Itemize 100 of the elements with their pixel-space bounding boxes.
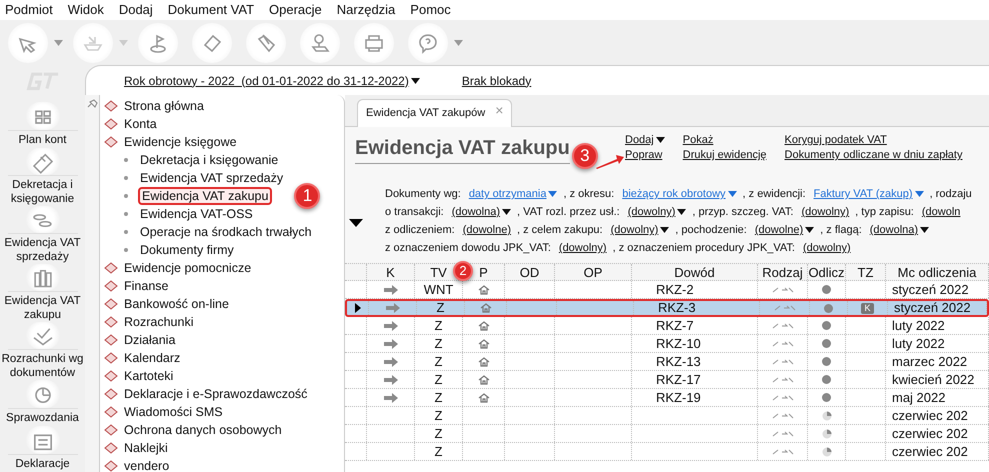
column-header[interactable]: Mc odliczenia: [898, 264, 976, 280]
action-link[interactable]: Pokaż: [682, 133, 767, 148]
filter-dropdown[interactable]: (dowoln: [922, 203, 960, 221]
menu-item[interactable]: Dodaj: [118, 0, 153, 20]
filter-dropdown[interactable]: (dowolny): [803, 239, 851, 257]
filter-label: , VAT rozl. przez usł.:: [517, 205, 620, 220]
column-header[interactable]: TV: [430, 264, 447, 280]
tree-item[interactable]: Finanse: [122, 276, 170, 296]
callout-badge: 1: [294, 183, 320, 209]
table-row[interactable]: Z RKZ-7 luty 2022: [345, 317, 989, 335]
table-cell-text: styczeń 2022: [892, 280, 969, 299]
table-cell-text: Z: [434, 406, 442, 425]
table-cell-text: kwiecień 2022: [892, 370, 974, 389]
filter-label: , z flagą:: [820, 223, 862, 238]
filter-dropdown[interactable]: (dowolne): [754, 221, 814, 239]
lock-link[interactable]: Brak blokady: [462, 72, 532, 90]
menu-item[interactable]: Podmiot: [5, 0, 53, 20]
filter-dropdown[interactable]: (dowolny): [628, 203, 686, 221]
table-row[interactable]: Z RKZ-10 luty 2022: [345, 335, 989, 353]
table-cell-text: RKZ-2: [656, 280, 694, 299]
tree-item[interactable]: Ewidencje księgowe: [122, 132, 239, 152]
filter-dropdown[interactable]: daty otrzymania: [468, 185, 558, 203]
tree-item[interactable]: Dekretacja i księgowanie: [138, 150, 280, 170]
tree-item[interactable]: vendero: [122, 456, 172, 472]
filter-dropdown[interactable]: Faktury VAT (zakup): [814, 185, 924, 203]
nav-button[interactable]: Dekretacja i księgowanie: [0, 148, 85, 206]
menu-item[interactable]: Operacje: [269, 0, 322, 20]
table-cell-text: Z: [434, 442, 442, 461]
column-header[interactable]: K: [386, 264, 395, 280]
action-link[interactable]: Drukuj ewidencję: [682, 148, 767, 163]
nav-button[interactable]: Ewidencja VAT sprzedaży: [0, 206, 85, 264]
tree-item[interactable]: Kalendarz: [122, 348, 182, 368]
action-link[interactable]: Koryguj podatek VAT: [784, 133, 962, 148]
filter-dropdown[interactable]: (dowolna): [452, 203, 512, 221]
filter-label: , przyp. szczeg. VAT:: [692, 205, 794, 220]
table-cell-text: styczeń 2022: [894, 299, 971, 318]
filter-label: Dokumenty wg:: [385, 187, 461, 202]
filter-label: , typ zapisu:: [855, 205, 914, 220]
tree-item[interactable]: Ewidencja VAT-OSS: [138, 204, 255, 224]
document-tab[interactable]: Ewidencja VAT zakupów ×: [357, 99, 512, 127]
tree-item[interactable]: Ewidencja VAT zakupu: [138, 187, 272, 205]
column-header[interactable]: TZ: [858, 264, 874, 280]
table-cell-text: czerwiec 202: [892, 424, 968, 443]
tree-item[interactable]: Strona główna: [122, 96, 206, 116]
column-header[interactable]: Dowód: [674, 264, 715, 280]
tree-item[interactable]: Kartoteki: [122, 366, 176, 386]
menu-item[interactable]: Pomoc: [410, 0, 451, 20]
pointer-arrow-icon: [595, 153, 625, 169]
action-link[interactable]: Dodaj: [625, 133, 665, 148]
tree-item[interactable]: Dokumenty firmy: [138, 240, 236, 260]
bullet-icon: [124, 212, 128, 216]
table-row[interactable]: Z czerwiec 202: [345, 443, 989, 461]
filter-dropdown[interactable]: bieżący rok obrotowy: [622, 185, 737, 203]
tree-item[interactable]: Ochrona danych osobowych: [122, 420, 284, 440]
table-row[interactable]: Z RKZ-17 kwiecień 2022: [345, 371, 989, 389]
filter-dropdown[interactable]: (dowolna): [870, 221, 930, 239]
tree-item[interactable]: Operacje na środkach trwałych: [138, 222, 314, 242]
filter-dropdown[interactable]: (dowolne): [462, 221, 512, 239]
nav-button[interactable]: Rozrachunki wg dokumentów: [0, 322, 85, 380]
nav-button[interactable]: Sprawozdania: [0, 380, 85, 426]
column-header[interactable]: Rodzaj: [762, 264, 803, 280]
table-cell-text: RKZ-7: [656, 316, 694, 335]
caret-icon: [454, 40, 463, 46]
table-row[interactable]: Z RKZ-3 K styczeń 2022: [345, 299, 989, 317]
table-cell-text: RKZ-17: [656, 370, 701, 389]
tree-item[interactable]: Konta: [122, 114, 159, 134]
action-link[interactable]: Dokumenty odliczane w dniu zapłaty: [784, 148, 962, 163]
tree-item[interactable]: Bankowość on-line: [122, 294, 231, 314]
column-header[interactable]: Odlicz: [808, 264, 845, 280]
tree-item[interactable]: Wiadomości SMS: [122, 402, 225, 422]
tree-item[interactable]: Rozrachunki: [122, 312, 196, 332]
table-row[interactable]: Z czerwiec 202: [345, 425, 989, 443]
year-selector[interactable]: Rok obrotowy - 2022 (od 01-01-2022 do 31-12-2022): [124, 72, 420, 90]
nav-button[interactable]: Ewidencja VAT zakupu: [0, 264, 85, 322]
column-header[interactable]: OP: [584, 264, 602, 280]
filter-dropdown[interactable]: (dowolny): [801, 203, 850, 221]
nav-button[interactable]: Deklaracje: [0, 426, 85, 472]
menu-item[interactable]: Widok: [68, 0, 104, 20]
tree-item[interactable]: Deklaracje i e-Sprawozdawczość: [122, 384, 310, 404]
action-link[interactable]: Popraw: [625, 148, 665, 163]
filter-label: z odliczeniem:: [385, 223, 455, 238]
tree-item[interactable]: Ewidencja VAT sprzedaży: [138, 168, 286, 188]
filter-dropdown[interactable]: (dowolny): [558, 239, 607, 257]
menu-item[interactable]: Narzędzia: [336, 0, 396, 20]
nav-button[interactable]: Plan kont: [0, 102, 85, 148]
page-title[interactable]: Ewidencja VAT zakupu: [355, 133, 570, 164]
collapse-icon[interactable]: [349, 219, 363, 227]
column-header[interactable]: OD: [520, 264, 540, 280]
table-row[interactable]: Z RKZ-13 marzec 2022: [345, 353, 989, 371]
table-cell-text: marzec 2022: [892, 352, 968, 371]
filter-dropdown[interactable]: (dowolny): [610, 221, 670, 239]
tree-item[interactable]: Ewidencje pomocnicze: [122, 258, 254, 278]
table-row[interactable]: Z czerwiec 202: [345, 407, 989, 425]
table-cell-text: RKZ-10: [656, 334, 701, 353]
pin-icon[interactable]: [86, 99, 98, 108]
table-row[interactable]: Z RKZ-19 maj 2022: [345, 389, 989, 407]
tree-item[interactable]: Działania: [122, 330, 178, 350]
tree-item[interactable]: Naklejki: [122, 438, 170, 458]
menu-item[interactable]: Dokument VAT: [168, 0, 254, 20]
column-header[interactable]: P: [479, 264, 488, 280]
